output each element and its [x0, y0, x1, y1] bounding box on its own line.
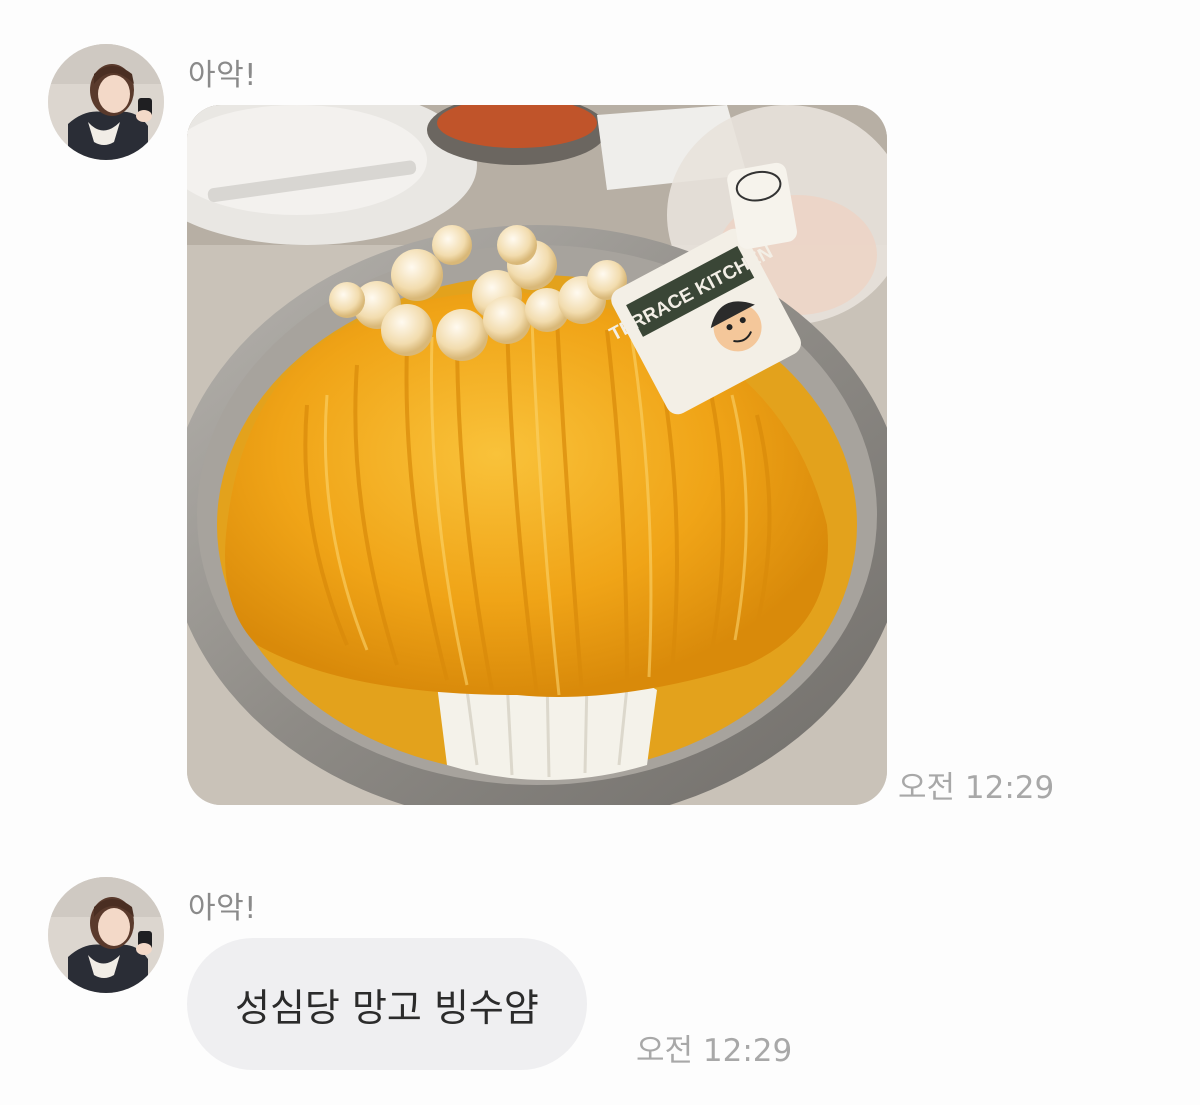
message-time: 오전 12:29 — [898, 770, 1055, 806]
photo-image: TERRACE KITCHEN — [187, 105, 887, 805]
avatar-image — [48, 44, 164, 160]
sender-name: 아악! — [188, 58, 257, 93]
message-image: 아악! TERRACE KITCHEN 오전 12:29 — [0, 0, 1200, 820]
avatar[interactable] — [48, 877, 164, 993]
sender-name: 아악! — [188, 891, 257, 926]
message-bubble[interactable]: 성심당 망고 빙수얌 — [187, 938, 587, 1070]
avatar[interactable] — [48, 44, 164, 160]
message-time: 오전 12:29 — [636, 1033, 793, 1069]
mango-bingsu-photo[interactable]: TERRACE KITCHEN — [187, 105, 887, 805]
avatar-image — [48, 877, 164, 993]
message-text-content: 성심당 망고 빙수얌 — [235, 985, 539, 1030]
chat-view: 아악! TERRACE KITCHEN 오전 12:29 아악! 성심당 망고 … — [0, 0, 1200, 1105]
